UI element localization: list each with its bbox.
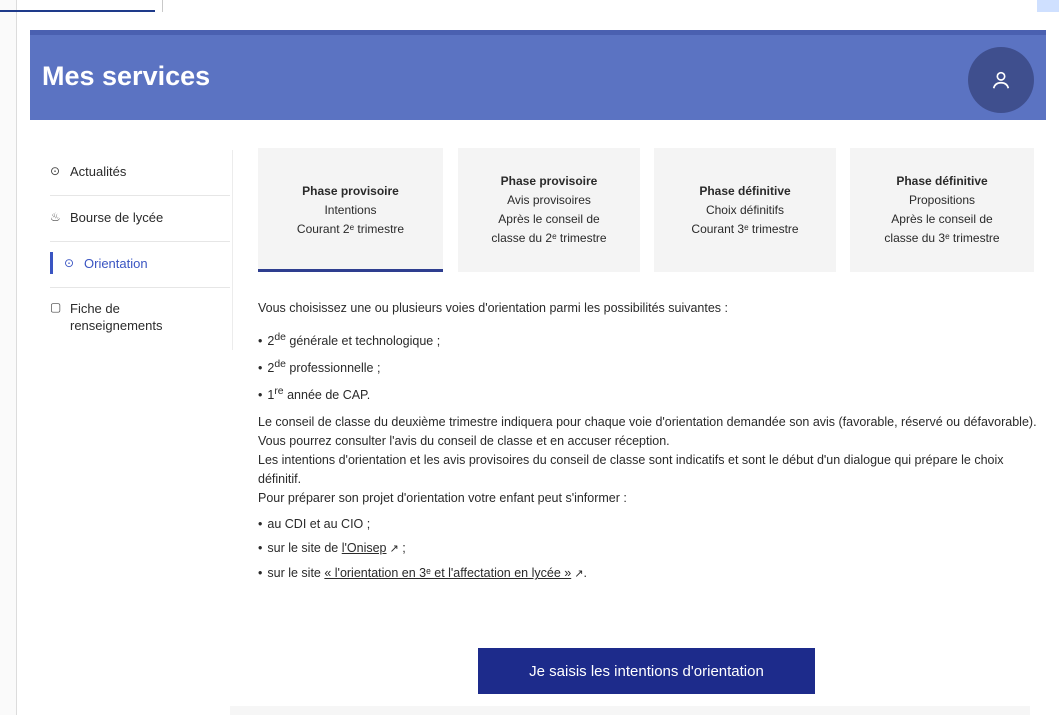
sidebar-item-orientation[interactable]: ⊙ Orientation [50, 242, 230, 288]
info-item: sur le site de l'Onisep↗ ; [258, 536, 1038, 561]
sidebar-item-fiche[interactable]: ▢ Fiche de renseignements [50, 288, 230, 348]
document-icon: ▢ [50, 300, 62, 314]
tab-phase-intentions[interactable]: Phase provisoire Intentions Courant 2ᵉ t… [258, 148, 443, 272]
tab-heading: Phase définitive [896, 174, 988, 188]
tab-line: Choix définitifs [705, 202, 785, 217]
tab-phase-choix[interactable]: Phase définitive Choix définitifs Couran… [654, 148, 836, 272]
tab-line: Après le conseil de [891, 212, 993, 226]
paragraph-avis: Vous pourrez consulter l'avis du conseil… [258, 434, 670, 449]
option-item: 2de générale et technologique ; [258, 326, 1038, 353]
paragraph-conseil: Le conseil de classe du deuxième trimest… [258, 415, 1037, 430]
purse-icon: ♨ [50, 210, 61, 224]
sidebar-item-label: Actualités [70, 164, 127, 179]
submit-intentions-button[interactable]: Je saisis les intentions d'orientation [478, 648, 815, 694]
sidebar-item-label: Fiche de renseignements [70, 301, 163, 333]
tab-line: Courant 3ᵉ trimestre [691, 221, 799, 236]
orientation-content: Vous choisissez une ou plusieurs voies d… [258, 299, 1038, 586]
tab-line: Intentions [324, 202, 377, 217]
services-header: Mes services [30, 30, 1046, 120]
sidebar-item-bourse[interactable]: ♨ Bourse de lycée [50, 196, 230, 242]
sidebar-divider [232, 150, 233, 350]
info-item: au CDI et au CIO ; [258, 512, 1038, 536]
tab-heading: Phase définitive [699, 183, 791, 198]
paragraph-intentions: Les intentions d'orientation et les avis… [258, 453, 1004, 487]
top-underline [0, 10, 155, 12]
affectation-link[interactable]: « l'orientation en 3ᵉ et l'affectation e… [324, 566, 571, 580]
options-list: 2de générale et technologique ; 2de prof… [258, 326, 1038, 407]
tab-phase-propositions[interactable]: Phase définitive Propositions Après le c… [850, 148, 1034, 272]
top-corner-block [1037, 0, 1059, 12]
external-link-icon: ↗ [389, 543, 399, 556]
user-icon [992, 71, 1010, 89]
intro-text: Vous choisissez une ou plusieurs voies d… [258, 301, 728, 315]
tab-line: Courant 2ᵉ trimestre [296, 221, 405, 236]
user-avatar[interactable] [968, 47, 1034, 113]
clock-icon: ⊙ [50, 164, 61, 178]
tab-line: Avis provisoires [507, 193, 591, 207]
option-item: 2de professionnelle ; [258, 353, 1038, 380]
top-divider [162, 0, 163, 12]
tab-line: classe du 2ᵉ trimestre [491, 231, 607, 245]
tab-line: Après le conseil de [498, 212, 600, 226]
option-item: 1re année de CAP. [258, 380, 1038, 407]
tab-heading: Phase provisoire [302, 183, 399, 198]
tab-phase-avis[interactable]: Phase provisoire Avis provisoires Après … [458, 148, 640, 272]
info-item: sur le site « l'orientation en 3ᵉ et l'a… [258, 561, 1038, 586]
tab-line: classe du 3ᵉ trimestre [884, 231, 1000, 245]
tab-line: Propositions [908, 193, 976, 207]
paragraph-projet: Pour préparer son projet d'orientation v… [258, 491, 627, 506]
info-list: au CDI et au CIO ; sur le site de l'Onis… [258, 512, 1038, 586]
sidebar-item-actualites[interactable]: ⊙ Actualités [50, 150, 230, 196]
sidebar-item-label: Bourse de lycée [70, 210, 164, 225]
tab-heading: Phase provisoire [500, 174, 598, 188]
bottom-edge [230, 706, 1030, 715]
left-panel-strip [0, 0, 17, 715]
compass-icon: ⊙ [64, 256, 75, 270]
page-title: Mes services [42, 61, 211, 91]
onisep-link[interactable]: l'Onisep [342, 541, 387, 555]
sidebar-item-label: Orientation [84, 256, 148, 271]
sidebar: ⊙ Actualités ♨ Bourse de lycée ⊙ Orienta… [50, 150, 230, 348]
